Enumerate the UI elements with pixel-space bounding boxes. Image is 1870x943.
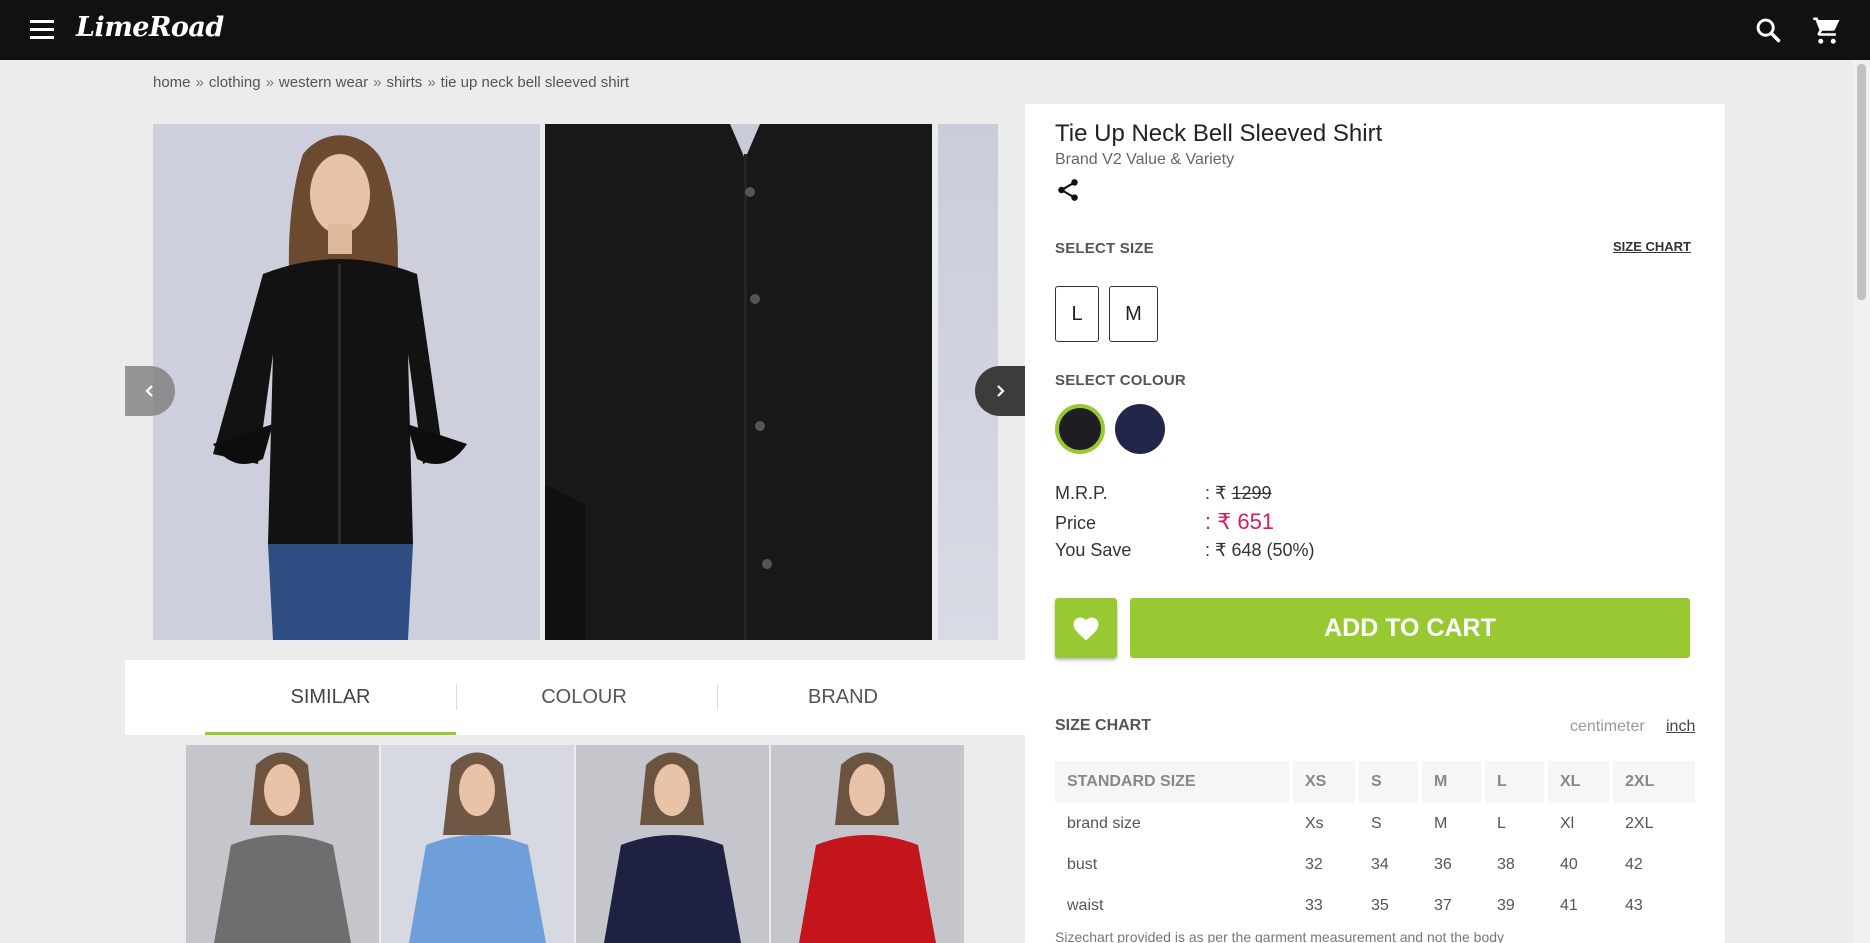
price-value: : ₹ 651: [1205, 509, 1275, 534]
column-header: XL: [1548, 761, 1613, 803]
product-image-gallery: [125, 124, 1025, 640]
tab-similar[interactable]: SIMILAR: [205, 660, 456, 735]
table-cell: M: [1434, 814, 1448, 832]
chevron-left-icon: [145, 385, 153, 397]
active-tab-indicator: [205, 732, 456, 735]
savings-label: You Save: [1055, 540, 1132, 560]
size-chart-note: Sizechart provided is as per the garment…: [1055, 929, 1505, 943]
tab-brand[interactable]: BRAND: [718, 660, 968, 735]
table-cell: Xl: [1560, 814, 1575, 832]
table-cell: 32: [1305, 855, 1323, 873]
breadcrumb-western-wear[interactable]: western wear: [279, 74, 368, 91]
price-label: Price: [1055, 513, 1097, 533]
table-cell: Xs: [1305, 814, 1324, 832]
similar-product-card[interactable]: [576, 745, 769, 943]
mrp-row: M.R.P. : ₹ 1299: [1055, 483, 1272, 504]
similar-product-card[interactable]: [381, 745, 574, 943]
similar-product-card[interactable]: [771, 745, 964, 943]
table-cell: waist: [1067, 896, 1104, 914]
recommendation-tabs: SIMILAR COLOUR BRAND: [125, 660, 1025, 735]
table-row: bust 32 34 36 38 40 42: [1055, 844, 1695, 885]
mrp-value: 1299: [1231, 483, 1272, 503]
site-logo[interactable]: LimeRoad: [76, 12, 224, 43]
table-cell: 42: [1625, 855, 1643, 873]
column-header: L: [1485, 761, 1548, 803]
size-chart-title: SIZE CHART: [1055, 717, 1151, 734]
share-icon[interactable]: [1055, 176, 1081, 204]
select-colour-label: SELECT COLOUR: [1055, 372, 1186, 389]
breadcrumb-separator: »: [427, 74, 436, 91]
mrp-prefix: : ₹: [1205, 483, 1227, 503]
product-title: Tie Up Neck Bell Sleeved Shirt: [1055, 120, 1383, 147]
table-cell: S: [1371, 814, 1382, 832]
price-row: Price : ₹ 651: [1055, 509, 1274, 535]
table-cell: 33: [1305, 896, 1323, 914]
table-cell: 39: [1497, 896, 1515, 914]
add-to-cart-button[interactable]: ADD TO CART: [1130, 598, 1690, 658]
wishlist-button[interactable]: [1055, 598, 1117, 658]
menu-icon[interactable]: [30, 20, 54, 40]
table-row: waist 33 35 37 39 41 43: [1055, 885, 1695, 926]
breadcrumb-shirts[interactable]: shirts: [386, 74, 422, 91]
select-size-label: SELECT SIZE: [1055, 240, 1154, 257]
table-cell: 34: [1371, 855, 1389, 873]
top-navbar: LimeRoad: [0, 0, 1870, 60]
breadcrumb-home[interactable]: home: [153, 74, 191, 91]
table-cell: 36: [1434, 855, 1452, 873]
table-cell: 38: [1497, 855, 1515, 873]
product-details-panel: Tie Up Neck Bell Sleeved Shirt Brand V2 …: [1025, 104, 1725, 943]
gallery-prev-button[interactable]: [125, 366, 175, 416]
column-header: M: [1422, 761, 1485, 803]
chevron-right-icon: [997, 385, 1005, 397]
product-image-model-front[interactable]: [153, 124, 540, 640]
search-icon[interactable]: [1754, 16, 1782, 44]
heart-icon: [1073, 617, 1099, 641]
colour-swatch-navy[interactable]: [1115, 404, 1165, 454]
tab-colour[interactable]: COLOUR: [457, 660, 711, 735]
breadcrumb-separator: »: [265, 74, 274, 91]
page-scrollbar[interactable]: [1853, 60, 1870, 943]
table-cell: 40: [1560, 855, 1578, 873]
column-header: STANDARD SIZE: [1055, 761, 1293, 803]
scrollbar-thumb[interactable]: [1857, 64, 1866, 300]
unit-inch-toggle[interactable]: inch: [1666, 718, 1695, 736]
product-image-fabric-closeup[interactable]: [545, 124, 932, 640]
similar-products-row: [186, 745, 966, 943]
size-chart-table: STANDARD SIZE XS S M L XL 2XL brand size…: [1055, 761, 1695, 926]
cart-icon[interactable]: [1812, 15, 1842, 45]
breadcrumb-separator: »: [195, 74, 204, 91]
breadcrumb-clothing[interactable]: clothing: [209, 74, 261, 91]
size-chart-link[interactable]: SIZE CHART: [1613, 239, 1691, 254]
savings-value: : ₹ 648 (50%): [1205, 540, 1315, 560]
similar-product-card[interactable]: [186, 745, 379, 943]
colour-swatch-black-selected[interactable]: [1055, 404, 1105, 454]
column-header: 2XL: [1613, 761, 1695, 803]
table-cell: 2XL: [1625, 814, 1654, 832]
gallery-next-button[interactable]: [975, 366, 1025, 416]
table-cell: L: [1497, 814, 1506, 832]
size-chart-header-row: STANDARD SIZE XS S M L XL 2XL: [1055, 761, 1695, 803]
breadcrumb-separator: »: [373, 74, 382, 91]
column-header: XS: [1293, 761, 1359, 803]
table-cell: brand size: [1067, 814, 1141, 832]
unit-centimeter-toggle[interactable]: centimeter: [1570, 718, 1645, 736]
table-row: brand size Xs S M L Xl 2XL: [1055, 803, 1695, 844]
mrp-label: M.R.P.: [1055, 483, 1108, 503]
size-option-l[interactable]: L: [1055, 286, 1099, 342]
breadcrumb-current-product: tie up neck bell sleeved shirt: [440, 74, 630, 91]
product-brand[interactable]: Brand V2 Value & Variety: [1055, 151, 1234, 169]
size-option-m[interactable]: M: [1109, 286, 1158, 342]
table-cell: 35: [1371, 896, 1389, 914]
column-header: S: [1359, 761, 1422, 803]
savings-row: You Save : ₹ 648 (50%): [1055, 540, 1315, 561]
table-cell: bust: [1067, 855, 1098, 873]
breadcrumb: home» clothing» western wear» shirts» tie up…: [153, 74, 629, 91]
table-cell: 37: [1434, 896, 1452, 914]
table-cell: 43: [1625, 896, 1643, 914]
table-cell: 41: [1560, 896, 1578, 914]
